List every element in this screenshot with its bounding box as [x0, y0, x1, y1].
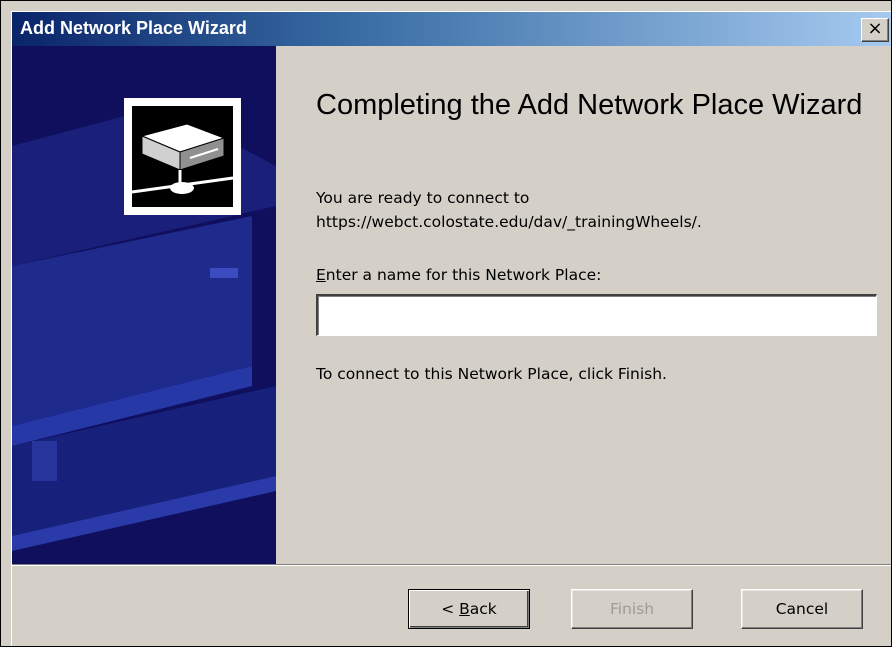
title-bar[interactable]: Add Network Place Wizard ×: [12, 12, 891, 46]
close-button[interactable]: ×: [861, 18, 889, 42]
name-label-text: nter a name for this Network Place:: [325, 266, 602, 284]
banner-shape-foot: [32, 441, 57, 481]
name-field-label: Enter a name for this Network Place:: [316, 266, 601, 284]
wizard-window: Add Network Place Wizard × Completing th…: [11, 11, 891, 646]
name-label-mnemonic: E: [316, 266, 326, 284]
banner-artwork: [12, 98, 276, 551]
ready-text: You are ready to connect to: [316, 189, 530, 207]
screenshot-frame: Add Network Place Wizard × Completing th…: [0, 0, 892, 647]
finish-button[interactable]: Finish: [571, 589, 693, 629]
close-icon: ×: [867, 18, 883, 39]
wizard-banner: [12, 46, 276, 564]
back-prefix: <: [441, 600, 460, 618]
network-place-name-input[interactable]: [316, 294, 877, 336]
banner-shape-led: [210, 268, 238, 278]
connection-url: https://webct.colostate.edu/dav/_trainin…: [316, 213, 702, 231]
back-button[interactable]: < Back: [408, 589, 530, 629]
wizard-content: Completing the Add Network Place Wizard …: [276, 46, 891, 564]
back-mnemonic: B: [459, 600, 470, 618]
network-drive-icon: [124, 98, 241, 215]
footer-divider: [12, 564, 891, 566]
finish-hint: To connect to this Network Place, click …: [316, 365, 667, 383]
cancel-button[interactable]: Cancel: [741, 589, 863, 629]
wizard-heading: Completing the Add Network Place Wizard: [316, 89, 863, 121]
back-rest: ack: [469, 600, 497, 618]
window-title: Add Network Place Wizard: [20, 18, 247, 38]
